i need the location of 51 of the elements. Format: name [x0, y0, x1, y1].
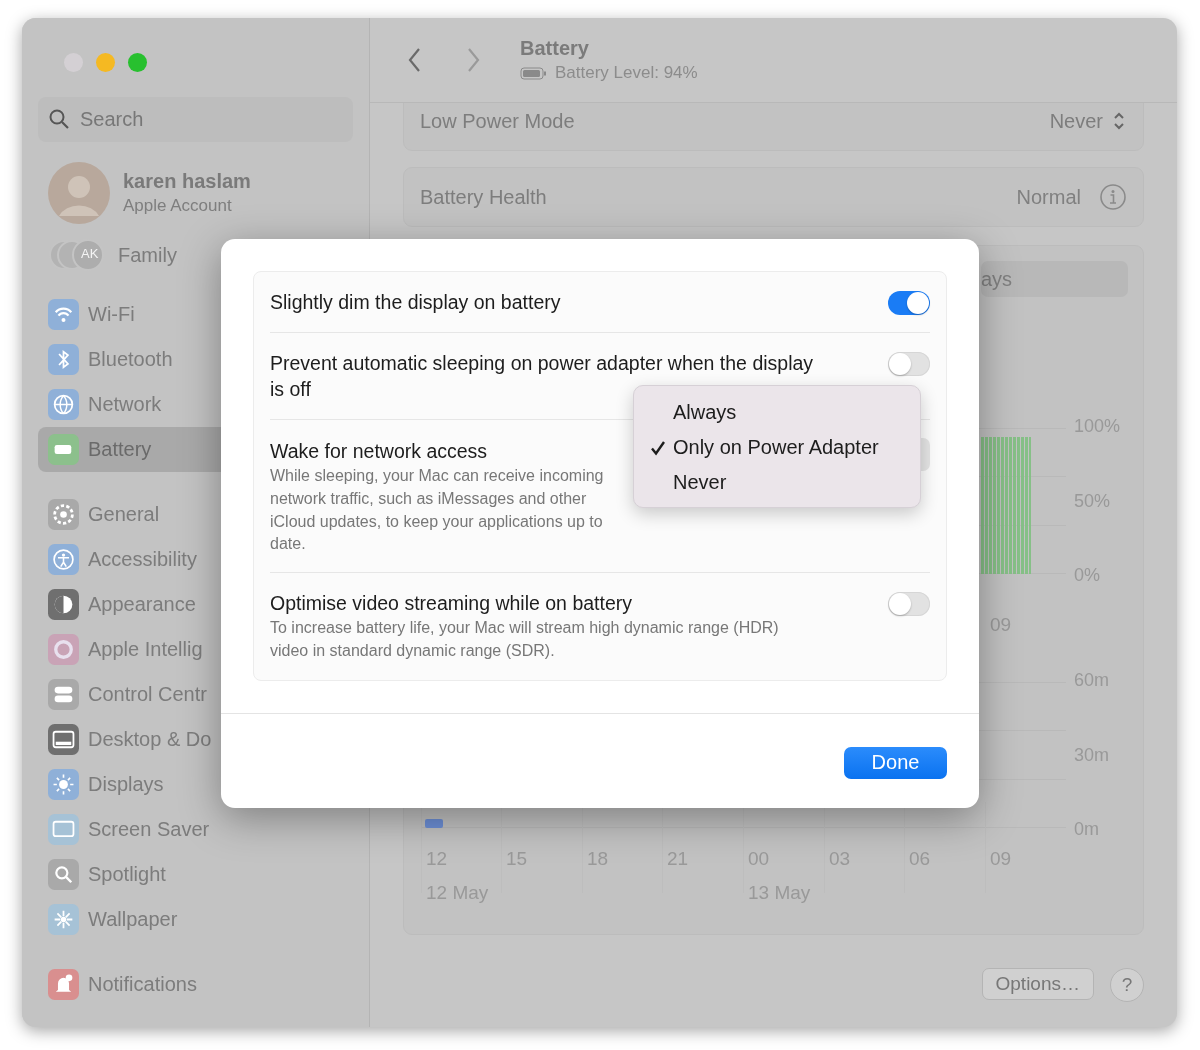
avatar[interactable]	[48, 162, 110, 224]
gear-icon	[48, 499, 79, 530]
battery-icon	[520, 66, 547, 80]
wifi-icon	[48, 299, 79, 330]
minimize-button[interactable]	[96, 53, 115, 72]
menu-item[interactable]: Never	[634, 465, 920, 500]
menu-item[interactable]: Only on Power Adapter	[634, 430, 920, 465]
usage-bar	[425, 819, 443, 828]
info-icon[interactable]	[1099, 183, 1127, 211]
option-title: Slightly dim the display on battery	[270, 290, 561, 315]
sidebar-item[interactable]: Displays	[38, 762, 353, 807]
sidebar-item[interactable]: Spotlight	[38, 852, 353, 897]
toggles-icon	[48, 679, 79, 710]
zoom-button[interactable]	[128, 53, 147, 72]
sidebar-item[interactable]: Control Centr	[38, 672, 353, 717]
globe-icon	[48, 389, 79, 420]
dock-icon	[48, 724, 79, 755]
search-field[interactable]: Search	[38, 97, 353, 142]
setting-value: Normal	[1016, 185, 1081, 209]
flower-icon	[48, 904, 79, 935]
toggle-switch[interactable]	[888, 592, 930, 617]
battery-level-text: Battery Level: 94%	[555, 63, 698, 83]
sun-icon	[48, 769, 79, 800]
setting-label: Low Power Mode	[420, 109, 575, 133]
chevron-up-down-icon	[1111, 110, 1127, 132]
sidebar-item[interactable]: Notifications	[38, 962, 353, 1007]
search-icon	[48, 859, 79, 890]
option-description: To increase battery life, your Mac will stream high dynamic range (HDR) video in standard dynamic range (SDR).	[270, 618, 780, 661]
bluetooth-icon	[48, 344, 79, 375]
sidebar-item[interactable]: Screen Saver	[38, 807, 353, 852]
help-button[interactable]: ?	[1110, 968, 1144, 1002]
battery-icon	[48, 434, 79, 465]
toggle-switch[interactable]	[888, 291, 930, 315]
done-button[interactable]: Done	[844, 746, 947, 779]
popup-button[interactable]: Never	[1049, 109, 1127, 133]
family-label[interactable]: Family	[118, 243, 177, 267]
family-initials: AK	[81, 246, 99, 261]
toggle-switch[interactable]	[888, 352, 930, 376]
window-title: Battery	[520, 37, 590, 60]
sidebar-item[interactable]: Desktop & Do	[38, 717, 353, 762]
screen-icon	[48, 814, 79, 845]
sidebar-item[interactable]: Wallpaper	[38, 897, 353, 942]
ring-icon	[48, 634, 79, 665]
search-icon	[48, 108, 70, 130]
setting-label: Battery Health	[420, 185, 547, 209]
options-button[interactable]: Options…	[981, 968, 1094, 1000]
account-subtitle: Apple Account	[123, 196, 233, 216]
account-name[interactable]: karen haslam	[123, 170, 251, 193]
option-title: Optimise video streaming while on battery	[270, 591, 632, 617]
accessibility-icon	[48, 544, 79, 575]
bell-icon	[48, 969, 79, 1000]
